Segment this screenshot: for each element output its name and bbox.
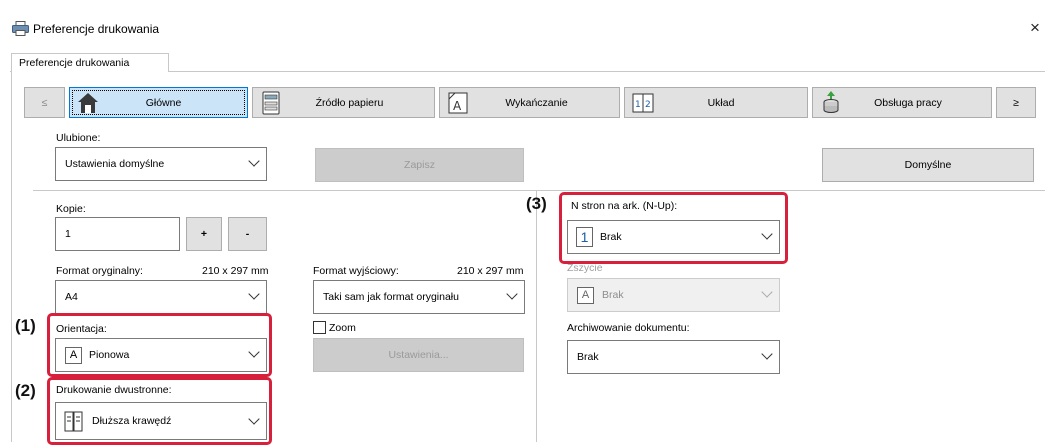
nav-tab-job-handling[interactable]: Obsługa pracy [812, 87, 992, 118]
chevron-down-icon [248, 288, 260, 300]
copies-plus-button[interactable]: + [186, 217, 222, 251]
favorites-value: Ustawienia domyślne [65, 158, 165, 170]
copies-label: Kopie: [56, 203, 86, 215]
callout-3: (3) [526, 194, 547, 213]
printer-icon [12, 21, 29, 36]
copies-minus-label: - [245, 228, 250, 240]
highlight-nup [559, 192, 788, 264]
home-icon [76, 91, 100, 115]
nav-tab-layout-label: Układ [707, 97, 735, 109]
nav-next-label: ≥ [1013, 97, 1019, 109]
section-divider [33, 190, 1045, 191]
original-size-value: A4 [65, 291, 78, 303]
nav-tab-job-handling-label: Obsługa pracy [874, 97, 942, 109]
nav-tab-main-label: Główne [145, 97, 182, 109]
staple-value: Brak [602, 289, 624, 301]
archive-dropdown[interactable]: Brak [567, 340, 780, 374]
chevron-down-icon [506, 288, 518, 300]
favorites-label: Ulubione: [56, 132, 101, 144]
archive-value: Brak [577, 351, 599, 363]
nav-tab-paper-source-label: Źródło papieru [315, 97, 384, 109]
nav-tab-finishing-label: Wykańczanie [505, 97, 568, 109]
nav-tab-main[interactable]: Główne [69, 87, 248, 118]
copies-input[interactable]: 1 [55, 217, 180, 251]
nav-prev-button[interactable]: ≤ [24, 87, 65, 118]
archive-label: Archiwowanie dokumentu: [567, 322, 690, 334]
callout-2: (2) [15, 381, 36, 400]
nav-tab-finishing[interactable]: A Wykańczanie [439, 87, 620, 118]
save-favorites-label: Zapisz [404, 159, 435, 171]
chevron-down-icon [248, 155, 260, 167]
column-divider [536, 190, 537, 442]
close-icon[interactable]: × [1030, 18, 1040, 38]
original-size-label: Format oryginalny: [56, 265, 143, 277]
nav-next-button[interactable]: ≥ [996, 87, 1036, 118]
output-size-dims: 210 x 297 mm [457, 265, 524, 277]
default-button[interactable]: Domyślne [822, 148, 1034, 182]
output-size-dropdown[interactable]: Taki sam jak format oryginału [313, 280, 525, 314]
zoom-label: Zoom [329, 322, 356, 334]
zoom-settings-button[interactable]: Ustawienia... [313, 338, 524, 372]
tab-printing-preferences[interactable]: Preferencje drukowania [11, 53, 169, 72]
chevron-down-icon [761, 286, 773, 298]
favorites-dropdown[interactable]: Ustawienia domyślne [55, 147, 267, 181]
zoom-checkbox[interactable] [313, 321, 326, 334]
chevron-down-icon [761, 348, 773, 360]
output-size-value: Taki sam jak format oryginału [323, 291, 459, 303]
nav-tab-paper-source[interactable]: Źródło papieru [252, 87, 435, 118]
original-size-dropdown[interactable]: A4 [55, 280, 267, 314]
nav-prev-label: ≤ [41, 97, 48, 109]
callout-1: (1) [15, 316, 36, 335]
copies-plus-label: + [200, 228, 208, 240]
window-title: Preferencje drukowania [33, 22, 160, 36]
highlight-orientation [47, 313, 272, 377]
original-size-dims: 210 x 297 mm [202, 265, 269, 277]
save-favorites-button[interactable]: Zapisz [315, 148, 524, 182]
copies-value: 1 [65, 228, 71, 240]
output-size-label: Format wyjściowy: [313, 265, 399, 277]
copies-minus-button[interactable]: - [228, 217, 267, 251]
staple-icon: A [577, 287, 594, 304]
zoom-settings-label: Ustawienia... [388, 349, 449, 361]
nav-tab-layout[interactable]: 1 2 Układ [624, 87, 808, 118]
default-button-label: Domyślne [904, 159, 952, 171]
staple-dropdown[interactable]: A Brak [567, 278, 780, 312]
highlight-duplex [47, 377, 272, 445]
